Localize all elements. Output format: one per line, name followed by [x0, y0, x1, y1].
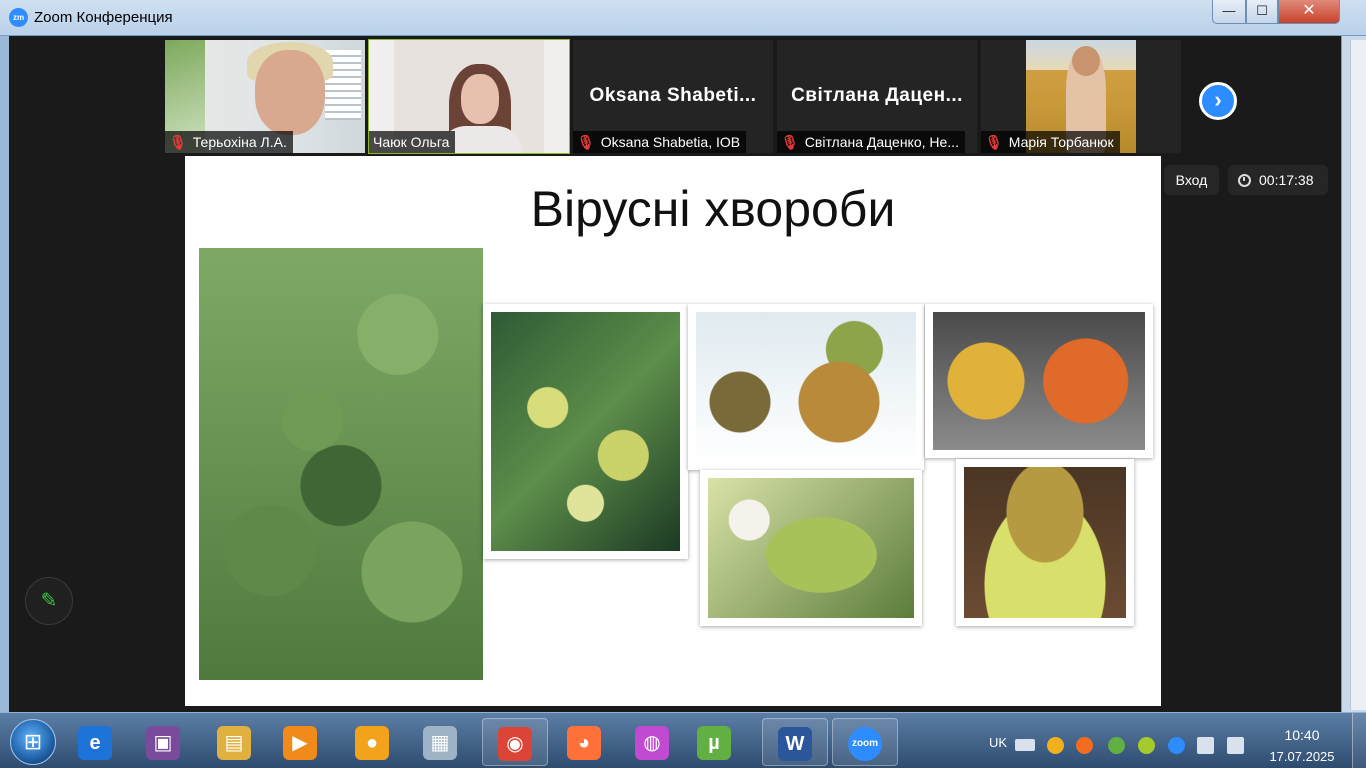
word-glyph: W: [778, 726, 812, 761]
slide-title: Вірусні хвороби: [530, 181, 896, 237]
pepper-fruit-virus-photo: [956, 459, 1134, 626]
timer-value: 00:17:38: [1259, 172, 1314, 188]
chrome-glyph: ◉: [498, 726, 532, 761]
tomato-ring-spot-photo: [925, 304, 1153, 458]
next-page-arrow-icon[interactable]: ›: [1199, 82, 1237, 120]
participant-name-label: 🎙 Марія Торбанюк: [981, 131, 1120, 153]
participant-display-name: Світлана Дацен...: [791, 85, 963, 106]
file-explorer-glyph: ▤: [217, 725, 251, 760]
media-player-icon[interactable]: ▶: [279, 721, 321, 763]
participant-name-label: 🎙 Світлана Даценко, Не...: [777, 131, 965, 153]
keyboard-icon[interactable]: [1015, 739, 1035, 751]
exit-button[interactable]: Вход: [1164, 165, 1219, 195]
vpn-lock-glyph: ●: [355, 725, 389, 760]
mic-muted-icon: 🎙: [577, 134, 595, 150]
participant-name-label: 🎙 Oksana Shabetia, IOB: [573, 131, 747, 153]
firefox-glyph: ◕: [567, 725, 601, 760]
calculator-icon[interactable]: ▦: [419, 721, 461, 763]
meeting-timer[interactable]: 00:17:38: [1228, 165, 1328, 195]
color-app-glyph: ◍: [635, 725, 669, 760]
shared-screen-slide: Вірусні хвороби: [185, 156, 1161, 706]
zoom-tray-icon[interactable]: [1168, 737, 1185, 754]
avast-icon[interactable]: [1076, 737, 1093, 754]
participant-display-name: Oksana Shabeti...: [589, 85, 757, 106]
clock-time[interactable]: 10:40: [1262, 727, 1342, 743]
clock-date[interactable]: 17.07.2025: [1262, 749, 1342, 764]
window-titlebar: zm Zoom Конференция — ☐ ✕: [0, 0, 1366, 36]
zoom-glyph: zoom: [848, 726, 882, 761]
mic-muted-icon: 🎙: [781, 134, 799, 150]
color-app-icon[interactable]: ◍: [631, 721, 673, 763]
participant-tile-active-speaker[interactable]: Чаюк Ольга: [368, 39, 570, 154]
calculator-glyph: ▦: [423, 725, 457, 760]
internet-explorer-glyph: e: [78, 725, 112, 760]
close-button[interactable]: ✕: [1278, 0, 1340, 24]
firefox-icon[interactable]: ◕: [563, 721, 605, 763]
participant-name-label: 🎙 Терьохіна Л.А.: [165, 131, 293, 153]
pepper-leaf-mosaic-photo: [700, 470, 922, 626]
file-explorer-icon[interactable]: ▤: [213, 721, 255, 763]
media-player-glyph: ▶: [283, 725, 317, 760]
start-button[interactable]: [10, 719, 56, 765]
speaker-muted-icon[interactable]: [1197, 737, 1214, 754]
taskbar: e ▣ ▤ ▶ ● ▦ ◉ ◕ ◍ µ Wzoom UK 10:40 17.07.2025: [0, 712, 1366, 768]
network-icon[interactable]: [1227, 737, 1244, 754]
save-disk-icon[interactable]: ▣: [142, 721, 184, 763]
meeting-area: 🎙 Терьохіна Л.А. Чаюк Ольга Oksana Shabet…: [9, 36, 1341, 712]
utorrent-tray-icon[interactable]: [1108, 737, 1125, 754]
utorrent-glyph: µ: [697, 725, 731, 760]
minimize-button[interactable]: —: [1212, 0, 1246, 24]
show-desktop-button[interactable]: [1352, 713, 1366, 768]
utorrent-icon[interactable]: µ: [693, 721, 735, 763]
window-frame-left: [0, 36, 9, 712]
zoom-icon[interactable]: zoom: [832, 718, 898, 766]
word-icon[interactable]: W: [762, 718, 828, 766]
participant-tile[interactable]: Oksana Shabeti... 🎙 Oksana Shabetia, IOB: [573, 40, 773, 153]
window-title: Zoom Конференция: [34, 9, 173, 26]
participant-tile[interactable]: 🎙 Терьохіна Л.А.: [165, 40, 365, 153]
participant-tile[interactable]: Світлана Дацен... 🎙 Світлана Даценко, Не.…: [777, 40, 977, 153]
participant-tile[interactable]: 🎙 Марія Торбанюк: [981, 40, 1181, 153]
tomato-leaf-mosaic-photo: [483, 304, 688, 559]
chrome-icon[interactable]: ◉: [482, 718, 548, 766]
zoom-logo-icon: zm: [9, 8, 28, 27]
maximize-button[interactable]: ☐: [1246, 0, 1278, 24]
language-indicator[interactable]: UK: [989, 735, 1007, 750]
annotate-pencil-icon[interactable]: ✎: [25, 577, 73, 625]
vpn-lock-icon[interactable]: ●: [351, 721, 393, 763]
background-scrollbar[interactable]: [1350, 40, 1366, 710]
cucumber-plant-photo: [199, 248, 483, 680]
clock-icon: [1238, 174, 1251, 187]
green-app-tray-icon[interactable]: [1138, 737, 1155, 754]
mic-muted-icon: 🎙: [169, 134, 187, 150]
mic-muted-icon: 🎙: [985, 134, 1003, 150]
update-arrow-icon[interactable]: [1047, 737, 1064, 754]
participant-name-label: Чаюк Ольга: [369, 131, 456, 153]
save-disk-glyph: ▣: [146, 725, 180, 760]
internet-explorer-icon[interactable]: e: [74, 721, 116, 763]
tomato-bronzing-photo: [688, 304, 924, 470]
